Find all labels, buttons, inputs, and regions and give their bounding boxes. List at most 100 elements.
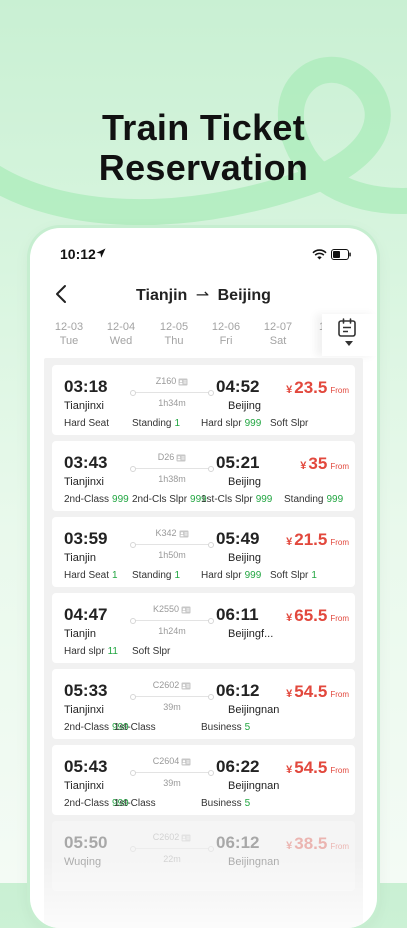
train-card[interactable]: 03:59 Tianjin K342 1h50m 05:49 Beijing ¥21.5 Fr… bbox=[52, 517, 355, 587]
price-from-label: From bbox=[330, 766, 349, 775]
train-number: C2602 bbox=[152, 680, 180, 690]
price-value: 38.5 bbox=[294, 834, 328, 853]
train-card[interactable]: 05:33 Tianjinxi C2602 39m 06:12 Beijingnan ¥54… bbox=[52, 669, 355, 739]
seat-type: Soft Slpr bbox=[132, 646, 171, 657]
duration-line bbox=[130, 770, 214, 776]
seat-type: Hard slpr bbox=[64, 646, 105, 657]
train-info: C2602 22m bbox=[130, 832, 214, 872]
seat-availability: Hard Seat Standing 1 Hard slpr 999 Soft Slpr bbox=[64, 418, 351, 432]
price-from-label: From bbox=[330, 386, 349, 395]
phone-frame: 10:12 Tianjin ⇀ Beijing 12-03 Tue 12-04 … bbox=[30, 228, 377, 928]
route-from: Tianjin bbox=[136, 287, 188, 304]
seat-type: 2nd-Class bbox=[64, 494, 110, 505]
seat-count: 1 bbox=[112, 570, 118, 581]
date-label: 12-06 bbox=[211, 321, 241, 333]
arrival-time: 06:22 bbox=[216, 757, 260, 776]
date-item[interactable]: 12-03 Tue bbox=[42, 320, 96, 348]
duration: 39m bbox=[163, 702, 181, 712]
seat-type: Standing bbox=[284, 494, 324, 505]
price: ¥35 From bbox=[300, 454, 349, 474]
date-item[interactable]: 12-06 Fri bbox=[199, 320, 253, 348]
train-number-row: D26 bbox=[132, 452, 212, 462]
train-info: K2550 1h24m bbox=[130, 604, 214, 644]
departure-station: Tianjin bbox=[64, 628, 96, 640]
arrival-station: Beijingnan bbox=[228, 856, 280, 868]
date-item[interactable]: 12-05 Thu bbox=[147, 320, 201, 348]
train-card[interactable]: 03:43 Tianjinxi D26 1h38m 05:21 Beijing ¥35 Fro… bbox=[52, 441, 355, 511]
id-card-icon bbox=[176, 454, 186, 462]
calendar-button[interactable] bbox=[322, 314, 377, 356]
seat-class: 1st-Class bbox=[114, 722, 159, 733]
seat-type: Soft Slpr bbox=[270, 418, 309, 429]
seat-class: Hard Seat 1 bbox=[64, 570, 118, 581]
seat-count: 1 bbox=[311, 570, 317, 581]
date-label: 12-04 bbox=[106, 321, 136, 333]
train-number-row: Z160 bbox=[132, 376, 212, 386]
seat-type: 2nd-Class bbox=[64, 798, 110, 809]
currency-symbol: ¥ bbox=[286, 840, 293, 852]
train-card[interactable]: 05:50 Wuqing C2602 22m 06:12 Beijingnan ¥38.5 F… bbox=[52, 821, 355, 891]
duration: 1h38m bbox=[158, 474, 186, 484]
seat-count: 1 bbox=[174, 570, 181, 581]
price-value: 23.5 bbox=[294, 378, 328, 397]
currency-symbol: ¥ bbox=[286, 612, 293, 624]
price: ¥21.5 From bbox=[286, 530, 349, 550]
seat-count: 11 bbox=[107, 646, 118, 657]
seat-class: Soft Slpr bbox=[270, 418, 311, 429]
seat-class: Soft Slpr bbox=[132, 646, 173, 657]
arrival-station: Beijing bbox=[228, 400, 262, 412]
train-info: K342 1h50m bbox=[130, 528, 214, 568]
seat-count: 999 bbox=[244, 570, 262, 581]
arrival-time: 05:49 bbox=[216, 529, 260, 548]
price-value: 35 bbox=[308, 454, 328, 473]
route-arrow: ⇀ bbox=[195, 287, 210, 304]
seat-type: Soft Slpr bbox=[270, 570, 309, 581]
seat-type: Hard Seat bbox=[64, 570, 110, 581]
departure-time: 05:50 bbox=[64, 833, 108, 852]
departure-station: Tianjin bbox=[64, 552, 96, 564]
seat-class: 2nd-Cls Slpr 999 bbox=[132, 494, 207, 505]
duration: 1h24m bbox=[158, 626, 186, 636]
train-card[interactable]: 04:47 Tianjin K2550 1h24m 06:11 Beijingf... ¥6… bbox=[52, 593, 355, 663]
departure-time: 05:43 bbox=[64, 757, 108, 776]
price-value: 54.5 bbox=[294, 682, 328, 701]
status-time: 10:12 bbox=[60, 246, 96, 262]
duration-line bbox=[130, 618, 214, 624]
seat-class: Standing 1 bbox=[132, 570, 180, 581]
day-label: Wed bbox=[109, 335, 133, 347]
train-card[interactable]: 03:18 Tianjinxi Z160 1h34m 04:52 Beijing ¥23.5… bbox=[52, 365, 355, 435]
route-title: Tianjin ⇀ Beijing bbox=[30, 285, 377, 305]
id-card-icon bbox=[181, 606, 191, 614]
seat-availability: 2nd-Class 999 1st-Class Business 5 bbox=[64, 798, 351, 812]
train-number-row: C2602 bbox=[132, 832, 212, 842]
departure-station: Tianjinxi bbox=[64, 476, 104, 488]
duration: 39m bbox=[163, 778, 181, 788]
train-number: C2604 bbox=[152, 756, 180, 766]
price-from-label: From bbox=[330, 842, 349, 851]
seat-count: 999 bbox=[255, 494, 273, 505]
seat-class: Soft Slpr 1 bbox=[270, 570, 317, 581]
departure-station: Tianjinxi bbox=[64, 780, 104, 792]
day-label: Sat bbox=[269, 335, 287, 347]
nav-bar: Tianjin ⇀ Beijing bbox=[30, 280, 377, 310]
wifi-icon bbox=[312, 249, 327, 260]
date-item[interactable]: 12-04 Wed bbox=[94, 320, 148, 348]
train-number: Z160 bbox=[155, 376, 177, 386]
seat-type: 2nd-Cls Slpr bbox=[132, 494, 188, 505]
seat-type: 2nd-Class bbox=[64, 722, 110, 733]
seat-type: 1st-Cls Slpr bbox=[201, 494, 253, 505]
departure-time: 03:43 bbox=[64, 453, 108, 472]
id-card-icon bbox=[181, 834, 191, 842]
seat-class: Standing 999 bbox=[284, 494, 343, 505]
duration-line bbox=[130, 466, 214, 472]
day-label: Tue bbox=[59, 335, 79, 347]
seat-type: Business bbox=[201, 798, 242, 809]
train-card[interactable]: 05:43 Tianjinxi C2604 39m 06:22 Beijingnan ¥54… bbox=[52, 745, 355, 815]
arrival-station: Beijing bbox=[228, 552, 262, 564]
seat-availability: 2nd-Class 999 2nd-Cls Slpr 999 1st-Cls Slpr 9… bbox=[64, 494, 351, 508]
price: ¥54.5 From bbox=[286, 682, 349, 702]
duration: 1h50m bbox=[158, 550, 186, 560]
price-from-label: From bbox=[330, 690, 349, 699]
seat-type: Business bbox=[201, 722, 242, 733]
duration-line bbox=[130, 390, 214, 396]
